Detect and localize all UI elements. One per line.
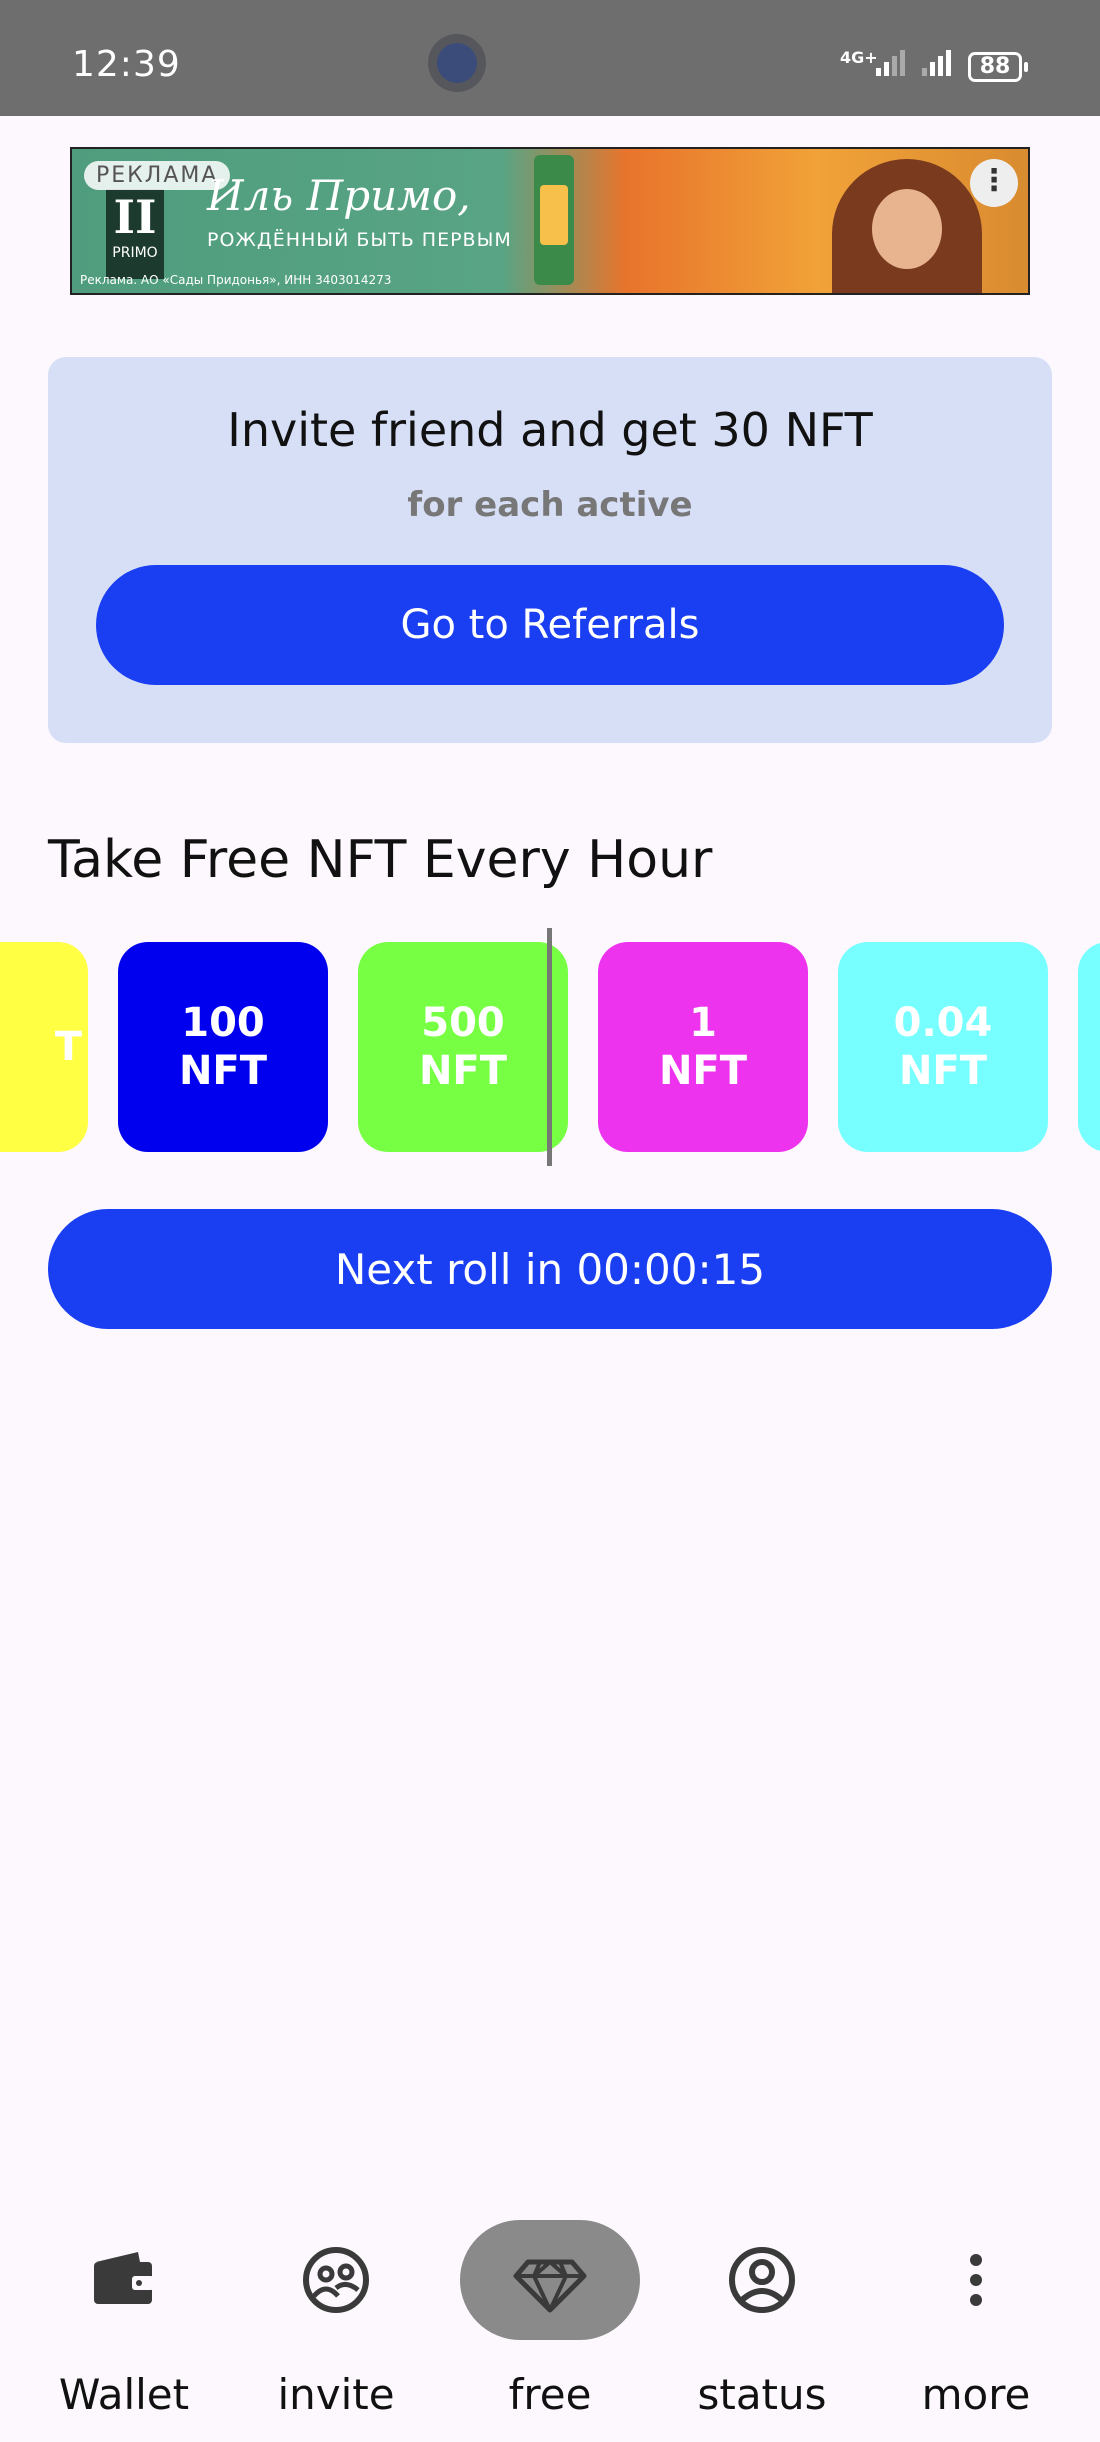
- nav-label: free: [508, 2370, 592, 2419]
- camera-cutout: [428, 34, 486, 92]
- invite-title: Invite friend and get 30 NFT: [227, 403, 873, 457]
- network-type-label: 4G+: [840, 48, 878, 67]
- roll-tile: T: [0, 942, 88, 1152]
- signal-icon: [876, 50, 908, 76]
- nav-label: more: [921, 2370, 1031, 2419]
- nav-item-more[interactable]: more: [876, 2180, 1076, 2442]
- ad-subline: РОЖДЁННЫЙ БЫТЬ ПЕРВЫМ: [207, 229, 512, 251]
- ad-options-icon[interactable]: ⋮: [970, 159, 1018, 207]
- nav-label: status: [697, 2370, 827, 2419]
- go-to-referrals-button[interactable]: Go to Referrals: [96, 565, 1004, 685]
- nav-item-free[interactable]: free: [450, 2180, 650, 2442]
- tile-amount: 0.04: [893, 1000, 993, 1046]
- nav-item-status[interactable]: status: [662, 2180, 862, 2442]
- roll-tile: [1078, 942, 1100, 1152]
- status-bar: 12:39 4G+ 88: [0, 0, 1100, 116]
- tile-unit: NFT: [178, 1048, 268, 1094]
- nav-item-invite[interactable]: invite: [236, 2180, 436, 2442]
- bottom-navigation: Wallet invite free status more: [0, 2180, 1100, 2442]
- ad-headline: Иль Примо,: [207, 171, 471, 220]
- brand-logo-text: PRIMO: [112, 245, 158, 261]
- roll-marker: [547, 928, 552, 1166]
- clock: 12:39: [72, 44, 181, 85]
- roll-tile: 100 NFT: [118, 942, 328, 1152]
- juice-bottle-image: [534, 155, 574, 285]
- diamond-icon: [513, 2259, 587, 2313]
- invite-card: Invite friend and get 30 NFT for each ac…: [48, 357, 1052, 743]
- tile-unit: NFT: [418, 1048, 508, 1094]
- wallet-icon: [94, 2252, 154, 2304]
- model-image: [832, 159, 982, 293]
- roll-tile: 1 NFT: [598, 942, 808, 1152]
- more-vertical-icon: [970, 2254, 982, 2306]
- section-title: Take Free NFT Every Hour: [48, 830, 713, 890]
- ad-disclaimer: Реклама. АО «Сады Придонья», ИНН 3403014…: [80, 273, 392, 287]
- roll-tile: 0.04 NFT: [838, 942, 1048, 1152]
- tile-unit: NFT: [658, 1048, 748, 1094]
- invite-subtitle: for each active: [407, 485, 693, 525]
- people-icon: [303, 2247, 369, 2313]
- ad-banner[interactable]: II PRIMO РЕКЛАМА Иль Примо, РОЖДЁННЫЙ БЫ…: [70, 147, 1030, 295]
- next-roll-button[interactable]: Next roll in 00:00:15: [48, 1209, 1052, 1329]
- signal-icon: [922, 50, 954, 76]
- tile-amount: 100: [181, 1000, 265, 1046]
- account-circle-icon: [729, 2247, 795, 2313]
- tile-amount: 500: [421, 1000, 505, 1046]
- battery-level: 88: [979, 54, 1011, 79]
- tile-unit: NFT: [898, 1048, 988, 1094]
- nav-item-wallet[interactable]: Wallet: [24, 2180, 224, 2442]
- nav-label: invite: [277, 2370, 395, 2419]
- tile-amount: 1: [689, 1000, 717, 1046]
- nav-label: Wallet: [58, 2370, 190, 2419]
- brand-logo: II PRIMO: [106, 189, 164, 279]
- roll-tile: 500 NFT: [358, 942, 568, 1152]
- battery-icon: 88: [968, 52, 1028, 82]
